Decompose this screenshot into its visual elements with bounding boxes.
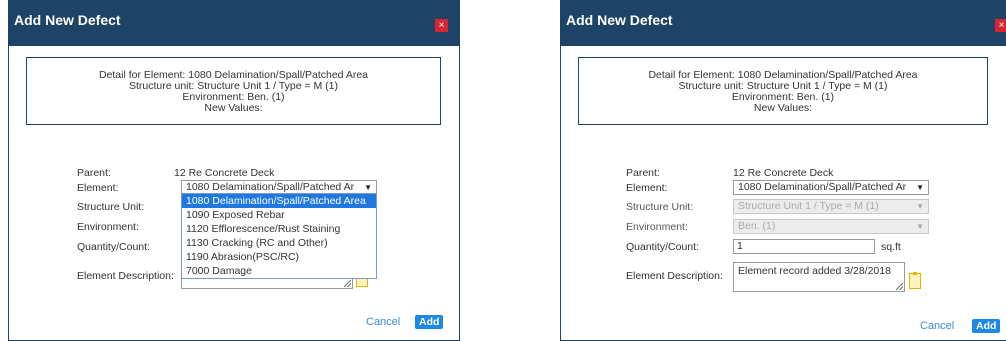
resize-grip-icon[interactable] <box>896 283 903 290</box>
description-label: Element Description: <box>626 270 723 282</box>
close-icon[interactable]: × <box>435 19 448 32</box>
element-label: Element: <box>77 182 119 194</box>
structure-unit-label: Structure Unit: <box>77 201 145 213</box>
detail-box: Detail for Element: 1080 Delamination/Sp… <box>26 57 441 125</box>
structure-unit-value: Structure Unit 1 / Type = M (1) <box>738 200 879 212</box>
dialog-titlebar: Add New Defect × <box>561 1 1006 46</box>
quantity-input[interactable]: 1 <box>733 239 875 254</box>
structure-unit-label: Structure Unit: <box>626 201 694 213</box>
chevron-down-icon: ▼ <box>916 183 924 192</box>
dialog-title: Add New Defect <box>14 12 121 28</box>
parent-value: 12 Re Concrete Deck <box>174 167 275 179</box>
detail-line: New Values: <box>753 102 813 114</box>
parent-label: Parent: <box>626 167 660 179</box>
quantity-label: Quantity/Count: <box>77 241 150 253</box>
cancel-link[interactable]: Cancel <box>920 320 954 332</box>
add-defect-dialog-left: Add New Defect × Detail for Element: 108… <box>8 0 460 341</box>
close-icon[interactable]: × <box>995 19 1006 32</box>
element-select[interactable]: 1080 Delamination/Spall/Patched Ar ▼ <box>733 180 929 195</box>
structure-unit-select: Structure Unit 1 / Type = M (1) ▼ <box>733 199 929 214</box>
element-select-value: 1080 Delamination/Spall/Patched Ar <box>186 181 355 193</box>
description-value: Element record added 3/28/2018 <box>738 265 891 277</box>
description-textarea[interactable]: Element record added 3/28/2018 <box>733 262 905 292</box>
element-dropdown: 1080 Delamination/Spall/Patched Area 109… <box>181 193 377 279</box>
parent-label: Parent: <box>77 167 111 179</box>
environment-label: Environment: <box>626 221 688 233</box>
chevron-down-icon: ▼ <box>916 222 924 231</box>
element-option[interactable]: 7000 Damage <box>182 264 376 278</box>
environment-select: Ben. (1) ▼ <box>733 219 929 234</box>
element-option[interactable]: 1190 Abrasion(PSC/RC) <box>182 250 376 264</box>
chevron-down-icon: ▼ <box>916 202 924 211</box>
dialog-titlebar: Add New Defect × <box>9 1 459 46</box>
resize-grip-icon[interactable] <box>344 280 351 287</box>
element-select-value: 1080 Delamination/Spall/Patched Ar <box>738 181 907 193</box>
environment-value: Ben. (1) <box>738 220 776 232</box>
parent-value: 12 Re Concrete Deck <box>733 167 834 179</box>
add-button[interactable]: Add <box>972 319 1001 333</box>
cancel-link[interactable]: Cancel <box>366 316 400 328</box>
element-option[interactable]: 1080 Delamination/Spall/Patched Area <box>182 194 376 208</box>
element-option[interactable]: 1120 Efflorescence/Rust Staining <box>182 222 376 236</box>
dialog-title: Add New Defect <box>566 12 673 28</box>
quantity-unit: sq.ft <box>881 241 901 253</box>
element-option[interactable]: 1130 Cracking (RC and Other) <box>182 236 376 250</box>
add-defect-dialog-right: Add New Defect × Detail for Element: 108… <box>560 0 1006 341</box>
add-button[interactable]: Add <box>415 315 444 329</box>
clipboard-icon[interactable] <box>909 272 921 289</box>
environment-label: Environment: <box>77 221 139 233</box>
description-label: Element Description: <box>77 270 174 282</box>
detail-line: New Values: <box>204 102 263 114</box>
element-option[interactable]: 1090 Exposed Rebar <box>182 208 376 222</box>
quantity-label: Quantity/Count: <box>626 241 699 253</box>
detail-box: Detail for Element: 1080 Delamination/Sp… <box>578 57 988 125</box>
element-label: Element: <box>626 182 668 194</box>
